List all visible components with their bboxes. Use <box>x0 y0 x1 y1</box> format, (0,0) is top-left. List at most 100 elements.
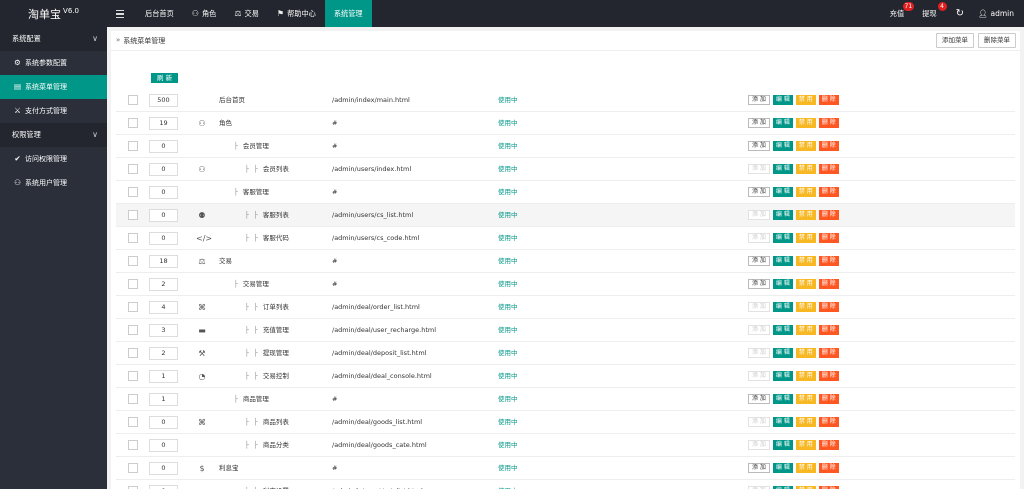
sidebar-group-1[interactable]: 权限管理 ∨ <box>0 123 107 147</box>
add-button[interactable]: 添 加 <box>748 256 770 266</box>
sort-input[interactable]: 18 <box>149 255 178 268</box>
refresh-sort-button[interactable]: 刷 新 <box>151 73 179 83</box>
disable-button[interactable]: 禁 用 <box>795 325 816 335</box>
delete-button[interactable]: 删 除 <box>818 463 839 473</box>
nav-item-1[interactable]: ⚇ 角色 <box>183 0 226 27</box>
edit-button[interactable]: 编 辑 <box>772 233 793 243</box>
add-button[interactable]: 添 加 <box>748 463 770 473</box>
row-checkbox[interactable] <box>128 371 138 381</box>
edit-button[interactable]: 编 辑 <box>772 394 793 404</box>
edit-button[interactable]: 编 辑 <box>772 164 793 174</box>
row-checkbox[interactable] <box>128 440 138 450</box>
disable-button[interactable]: 禁 用 <box>795 118 816 128</box>
recharge-link[interactable]: 充值 71 <box>881 0 915 27</box>
sort-input[interactable]: 4 <box>149 301 178 314</box>
sort-input[interactable]: 1 <box>149 393 178 406</box>
row-checkbox[interactable] <box>128 233 138 243</box>
sidebar-group-0[interactable]: 系统配置 ∨ <box>0 27 107 51</box>
disable-button[interactable]: 禁 用 <box>795 394 816 404</box>
row-checkbox[interactable] <box>128 279 138 289</box>
sort-input[interactable]: 0 <box>149 163 178 176</box>
disable-button[interactable]: 禁 用 <box>795 187 816 197</box>
sort-input[interactable]: 0 <box>149 416 178 429</box>
sidebar-item-0-1[interactable]: ▤ 系统菜单管理 <box>0 75 107 99</box>
sort-input[interactable]: 1 <box>149 370 178 383</box>
app-logo[interactable]: 淘单宝 V6.0 <box>0 0 107 27</box>
delete-button[interactable]: 删 除 <box>818 302 839 312</box>
sort-input[interactable]: 0 <box>149 140 178 153</box>
disable-button[interactable]: 禁 用 <box>795 233 816 243</box>
edit-button[interactable]: 编 辑 <box>772 141 793 151</box>
sort-input[interactable]: 0 <box>149 462 178 475</box>
add-button[interactable]: 添 加 <box>748 279 770 289</box>
sidebar-item-1-0[interactable]: ✔ 访问权限管理 <box>0 147 107 171</box>
row-checkbox[interactable] <box>128 394 138 404</box>
edit-button[interactable]: 编 辑 <box>772 210 793 220</box>
row-checkbox[interactable] <box>128 256 138 266</box>
delete-button[interactable]: 删 除 <box>818 371 839 381</box>
delete-button[interactable]: 删 除 <box>818 348 839 358</box>
menu-toggle-icon[interactable] <box>115 8 125 19</box>
row-checkbox[interactable] <box>128 348 138 358</box>
add-button[interactable]: 添 加 <box>748 141 770 151</box>
sidebar-item-1-1[interactable]: ⚇ 系统用户管理 <box>0 171 107 195</box>
disable-button[interactable]: 禁 用 <box>795 95 816 105</box>
sort-input[interactable]: 19 <box>149 117 178 130</box>
delete-button[interactable]: 删 除 <box>818 141 839 151</box>
nav-item-2[interactable]: ⚖ 交易 <box>225 0 268 27</box>
edit-button[interactable]: 编 辑 <box>772 302 793 312</box>
sort-input[interactable]: 0 <box>149 485 178 489</box>
delete-button[interactable]: 删 除 <box>818 210 839 220</box>
disable-button[interactable]: 禁 用 <box>795 279 816 289</box>
edit-button[interactable]: 编 辑 <box>772 95 793 105</box>
row-checkbox[interactable] <box>128 118 138 128</box>
sidebar-item-0-0[interactable]: ⚙ 系统参数配置 <box>0 51 107 75</box>
add-menu-button[interactable]: 添加菜单 <box>936 33 974 48</box>
add-button[interactable]: 添 加 <box>748 394 770 404</box>
delete-button[interactable]: 删 除 <box>818 118 839 128</box>
disable-button[interactable]: 禁 用 <box>795 210 816 220</box>
delete-button[interactable]: 删 除 <box>818 279 839 289</box>
row-checkbox[interactable] <box>128 187 138 197</box>
disable-button[interactable]: 禁 用 <box>795 371 816 381</box>
add-button[interactable]: 添 加 <box>748 95 770 105</box>
disable-button[interactable]: 禁 用 <box>795 440 816 450</box>
add-button[interactable]: 添 加 <box>748 187 770 197</box>
edit-button[interactable]: 编 辑 <box>772 371 793 381</box>
row-checkbox[interactable] <box>128 417 138 427</box>
row-checkbox[interactable] <box>128 325 138 335</box>
sidebar-item-0-2[interactable]: ⚔ 支付方式管理 <box>0 99 107 123</box>
delete-button[interactable]: 删 除 <box>818 164 839 174</box>
delete-button[interactable]: 删 除 <box>818 256 839 266</box>
delete-button[interactable]: 删 除 <box>818 187 839 197</box>
user-menu[interactable]: 👤︎ admin <box>974 9 1024 18</box>
delete-menu-button[interactable]: 删除菜单 <box>978 33 1016 48</box>
edit-button[interactable]: 编 辑 <box>772 463 793 473</box>
sort-input[interactable]: 0 <box>149 232 178 245</box>
sort-input[interactable]: 0 <box>149 186 178 199</box>
row-checkbox[interactable] <box>128 210 138 220</box>
edit-button[interactable]: 编 辑 <box>772 118 793 128</box>
row-checkbox[interactable] <box>128 141 138 151</box>
nav-item-3[interactable]: ⚑ 帮助中心 <box>268 0 325 27</box>
delete-button[interactable]: 删 除 <box>818 440 839 450</box>
disable-button[interactable]: 禁 用 <box>795 256 816 266</box>
add-button[interactable]: 添 加 <box>748 118 770 128</box>
row-checkbox[interactable] <box>128 302 138 312</box>
delete-button[interactable]: 删 除 <box>818 417 839 427</box>
withdraw-link[interactable]: 提现 4 <box>913 0 947 27</box>
edit-button[interactable]: 编 辑 <box>772 417 793 427</box>
edit-button[interactable]: 编 辑 <box>772 187 793 197</box>
nav-item-4[interactable]: 系统管理 <box>324 0 372 27</box>
row-checkbox[interactable] <box>128 95 138 105</box>
sort-input[interactable]: 2 <box>149 278 178 291</box>
edit-button[interactable]: 编 辑 <box>772 348 793 358</box>
nav-item-0[interactable]: 后台首页 <box>136 0 183 27</box>
disable-button[interactable]: 禁 用 <box>795 348 816 358</box>
sort-input[interactable]: 3 <box>149 324 178 337</box>
disable-button[interactable]: 禁 用 <box>795 164 816 174</box>
disable-button[interactable]: 禁 用 <box>795 302 816 312</box>
sort-input[interactable]: 0 <box>149 439 178 452</box>
row-checkbox[interactable] <box>128 463 138 473</box>
delete-button[interactable]: 删 除 <box>818 233 839 243</box>
